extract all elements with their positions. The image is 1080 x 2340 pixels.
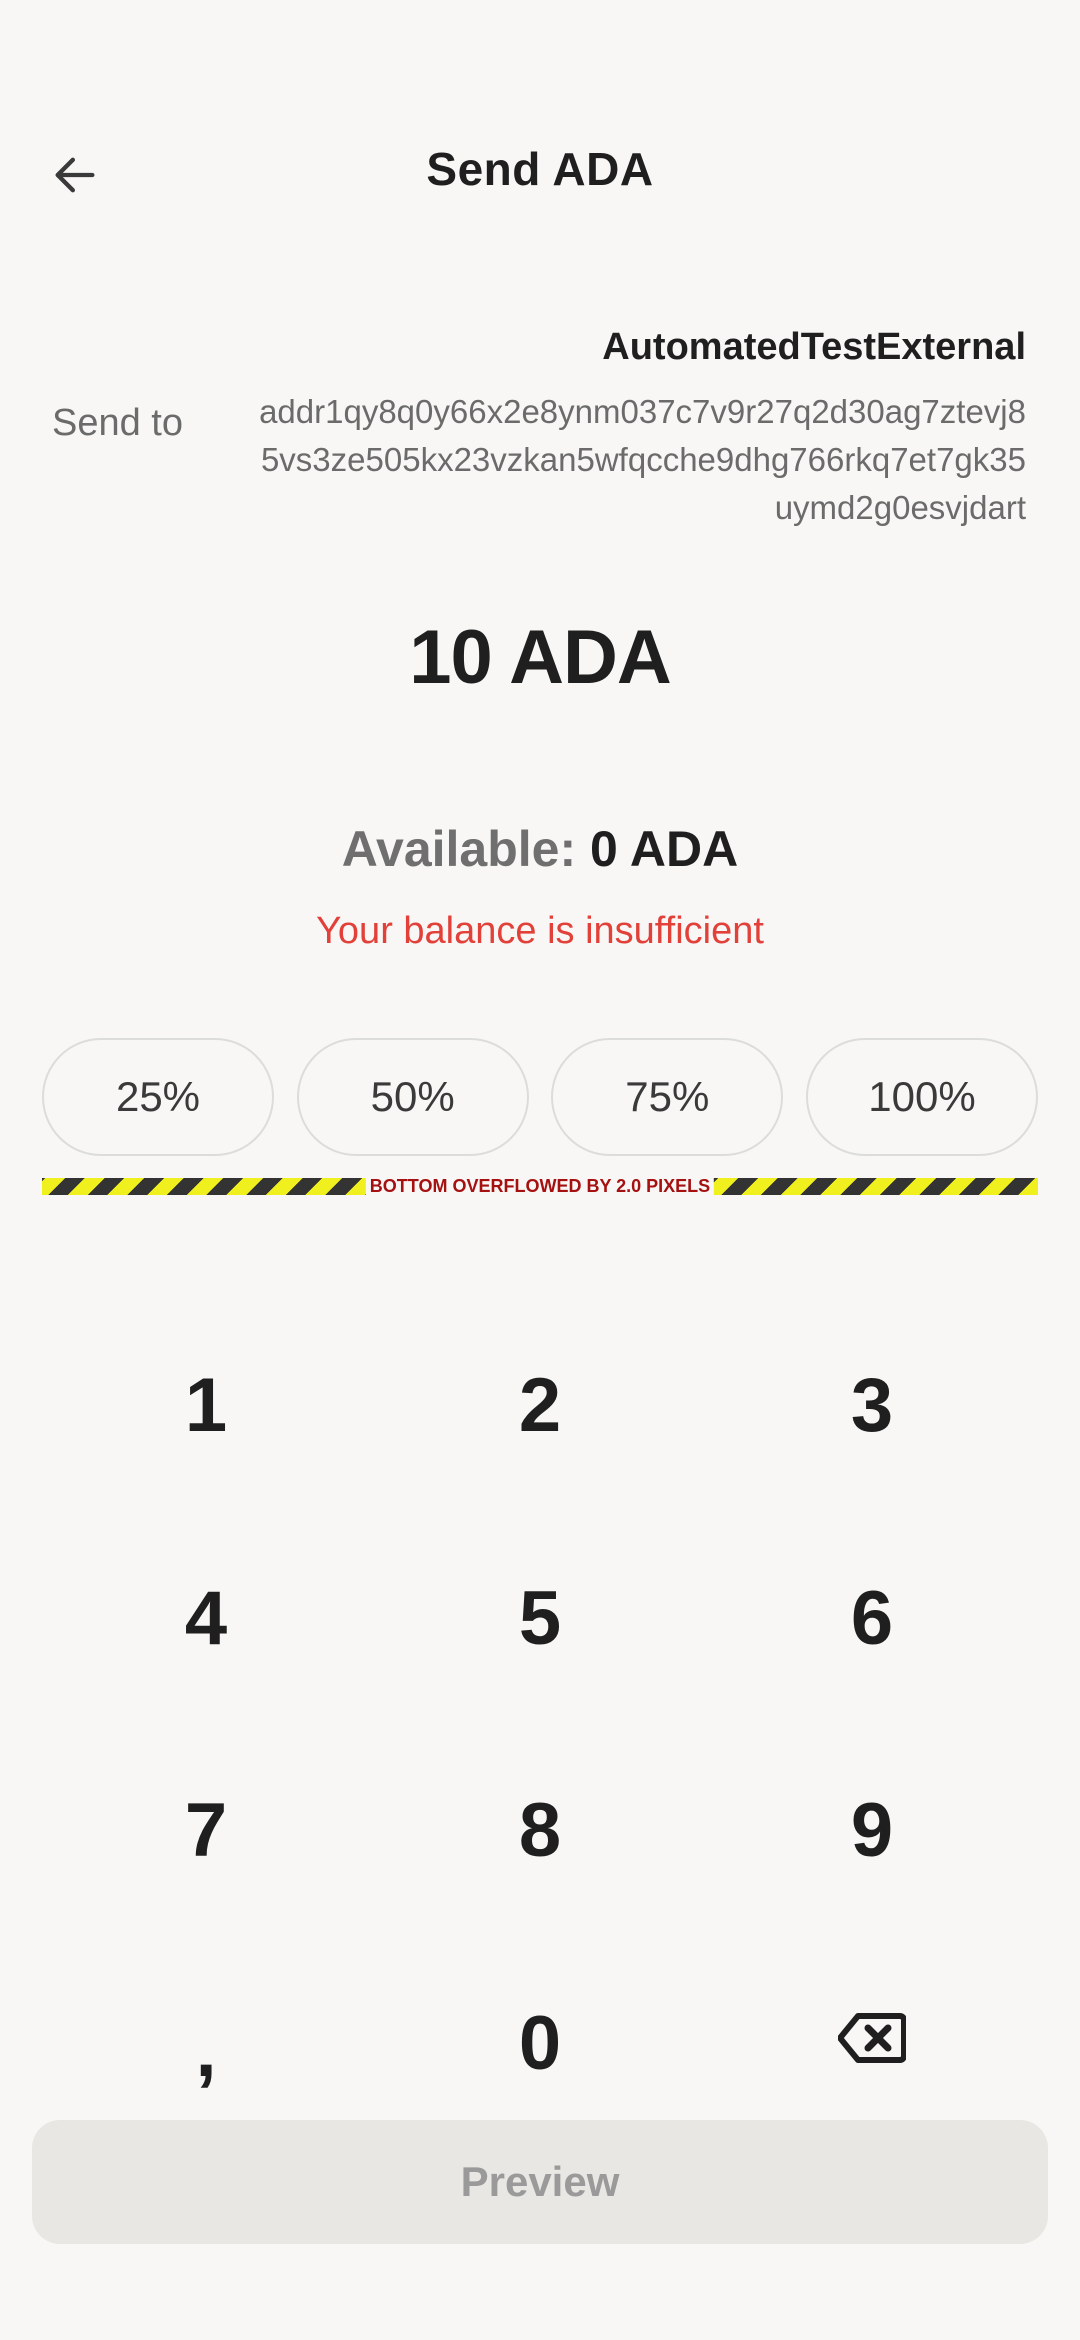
percent-75-button[interactable]: 75% bbox=[551, 1038, 784, 1156]
key-6[interactable]: 6 bbox=[722, 1518, 1022, 1718]
header: Send ADA bbox=[0, 120, 1080, 220]
percent-50-button[interactable]: 50% bbox=[296, 1038, 529, 1156]
percent-buttons: 25% 50% 75% 100% bbox=[42, 1038, 1038, 1158]
key-2[interactable]: 2 bbox=[390, 1305, 690, 1505]
key-5[interactable]: 5 bbox=[390, 1518, 690, 1718]
key-4[interactable]: 4 bbox=[56, 1518, 356, 1718]
address-line: addr1qy8q0y66x2e8ynm037c7v9r27q2d30ag7zt… bbox=[259, 393, 1026, 430]
key-7[interactable]: 7 bbox=[56, 1730, 356, 1930]
available-balance: Available: 0 ADA bbox=[0, 820, 1080, 878]
key-8[interactable]: 8 bbox=[390, 1730, 690, 1930]
send-to-label: Send to bbox=[52, 402, 183, 444]
key-9[interactable]: 9 bbox=[722, 1730, 1022, 1930]
recipient-name: AutomatedTestExternal bbox=[602, 326, 1026, 368]
available-label: Available: bbox=[341, 821, 577, 877]
key-0[interactable]: 0 bbox=[390, 1943, 690, 2143]
address-line: uymd2g0esvjdart bbox=[774, 489, 1026, 526]
overflow-warning-text: BOTTOM OVERFLOWED BY 2.0 PIXELS bbox=[365, 1175, 715, 1197]
balance-error-message: Your balance is insufficient bbox=[316, 910, 764, 952]
address-line: 5vs3ze505kx23vzkan5wfqcche9dhg766rkq7et7… bbox=[260, 441, 1026, 478]
percent-100-button[interactable]: 100% bbox=[805, 1038, 1038, 1156]
available-value: 0 ADA bbox=[590, 821, 739, 877]
recipient-address: addr1qy8q0y66x2e8ynm037c7v9r27q2d30ag7zt… bbox=[226, 388, 1026, 532]
page-title: Send ADA bbox=[426, 143, 654, 195]
percent-25-button[interactable]: 25% bbox=[42, 1038, 274, 1156]
amount-display: 10 ADA bbox=[409, 615, 671, 700]
backspace-key[interactable] bbox=[722, 1938, 1022, 2138]
key-1[interactable]: 1 bbox=[56, 1305, 356, 1505]
key-3[interactable]: 3 bbox=[722, 1305, 1022, 1505]
preview-button[interactable]: Preview bbox=[32, 2120, 1048, 2244]
backspace-icon bbox=[838, 2013, 906, 2063]
overflow-warning-bar: BOTTOM OVERFLOWED BY 2.0 PIXELS bbox=[42, 1175, 1038, 1197]
